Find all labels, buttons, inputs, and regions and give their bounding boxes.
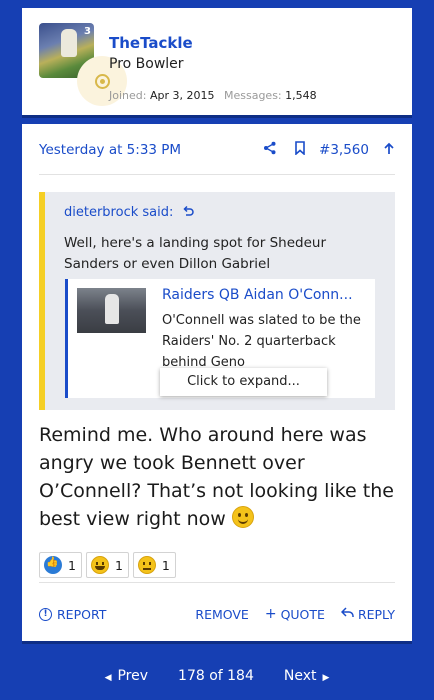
reaction-count: 1: [68, 557, 76, 573]
next-label: Next: [283, 668, 317, 684]
header-divider: [39, 174, 395, 175]
user-card: 3 TheTackle Pro Bowler Joined: Apr 3, 20…: [22, 8, 412, 118]
quote-author[interactable]: dieterbrock said:: [64, 205, 194, 220]
post-body-text: Remind me. Who around here was angry we …: [39, 424, 394, 530]
quote-button[interactable]: + QUOTE: [265, 606, 325, 622]
expand-button[interactable]: Click to expand...: [160, 368, 327, 396]
reaction-like[interactable]: 1: [39, 552, 82, 578]
page-position[interactable]: 178 of 184: [178, 668, 254, 684]
reaction-grin[interactable]: 1: [85, 552, 129, 578]
messages-label: Messages:: [223, 89, 282, 102]
quote-author-label: dieterbrock said:: [64, 205, 174, 220]
remove-button[interactable]: REMOVE: [195, 607, 248, 622]
user-title: Pro Bowler: [109, 56, 184, 72]
post-card: Yesterday at 5:33 PM #3,560 dieterbrock …: [22, 124, 412, 644]
thinking-icon: [137, 556, 156, 574]
quote-label: QUOTE: [280, 606, 325, 622]
avatar-figure: [61, 29, 77, 57]
messages-value: 1,548: [285, 89, 317, 102]
caret-right-icon: ▶: [322, 673, 330, 683]
reactions-divider: [39, 582, 395, 583]
prev-label: Prev: [117, 668, 149, 684]
joined-label: Joined:: [109, 89, 147, 102]
avatar-number: 3: [84, 26, 91, 37]
plus-icon: +: [264, 606, 277, 622]
bookmark-icon[interactable]: [291, 141, 309, 159]
like-icon: [44, 556, 62, 574]
joined-value: Apr 3, 2015: [149, 89, 215, 102]
next-button[interactable]: Next ▶: [284, 668, 336, 684]
report-label: REPORT: [57, 606, 107, 622]
post-body: Remind me. Who around here was angry we …: [39, 421, 400, 533]
post-date[interactable]: Yesterday at 5:33 PM: [39, 142, 249, 158]
embed-thumbnail: [77, 288, 146, 333]
grin-icon: [90, 556, 109, 574]
reply-label: REPLY: [357, 606, 395, 622]
badge-icon: [95, 74, 110, 89]
reactions-bar: 1 1 1: [39, 552, 180, 578]
embed-title[interactable]: Raiders QB Aidan O'Conn...: [162, 287, 367, 303]
reaction-thinking[interactable]: 1: [132, 552, 176, 578]
username[interactable]: TheTackle: [109, 34, 193, 52]
arrow-up-icon[interactable]: [383, 142, 395, 159]
reaction-count: 1: [114, 557, 123, 573]
prev-button[interactable]: ◀ Prev: [99, 668, 148, 684]
reply-button[interactable]: REPLY: [340, 606, 395, 622]
report-button[interactable]: ! REPORT: [39, 607, 179, 622]
caret-left-icon: ◀: [104, 673, 112, 683]
go-to-quote-icon[interactable]: [178, 205, 194, 220]
reply-icon: [340, 606, 354, 622]
reaction-count: 1: [161, 557, 170, 573]
post-header: Yesterday at 5:33 PM #3,560: [39, 138, 395, 162]
smile-emoji-icon: [231, 506, 254, 528]
quote-block: dieterbrock said: Well, here's a landing…: [39, 192, 395, 410]
report-icon: !: [39, 607, 52, 621]
quote-text: Well, here's a landing spot for Shedeur …: [64, 235, 326, 272]
user-meta: Joined: Apr 3, 2015 Messages: 1,548: [109, 89, 323, 102]
share-icon[interactable]: [261, 141, 279, 159]
pagination: ◀ Prev 178 of 184 Next ▶: [0, 664, 434, 688]
post-number[interactable]: #3,560: [319, 142, 369, 158]
post-actions: ! REPORT REMOVE + QUOTE REPLY: [39, 604, 395, 624]
remove-label: REMOVE: [195, 606, 249, 622]
embed-description: O'Connell was slated to be the Raiders' …: [162, 313, 361, 370]
